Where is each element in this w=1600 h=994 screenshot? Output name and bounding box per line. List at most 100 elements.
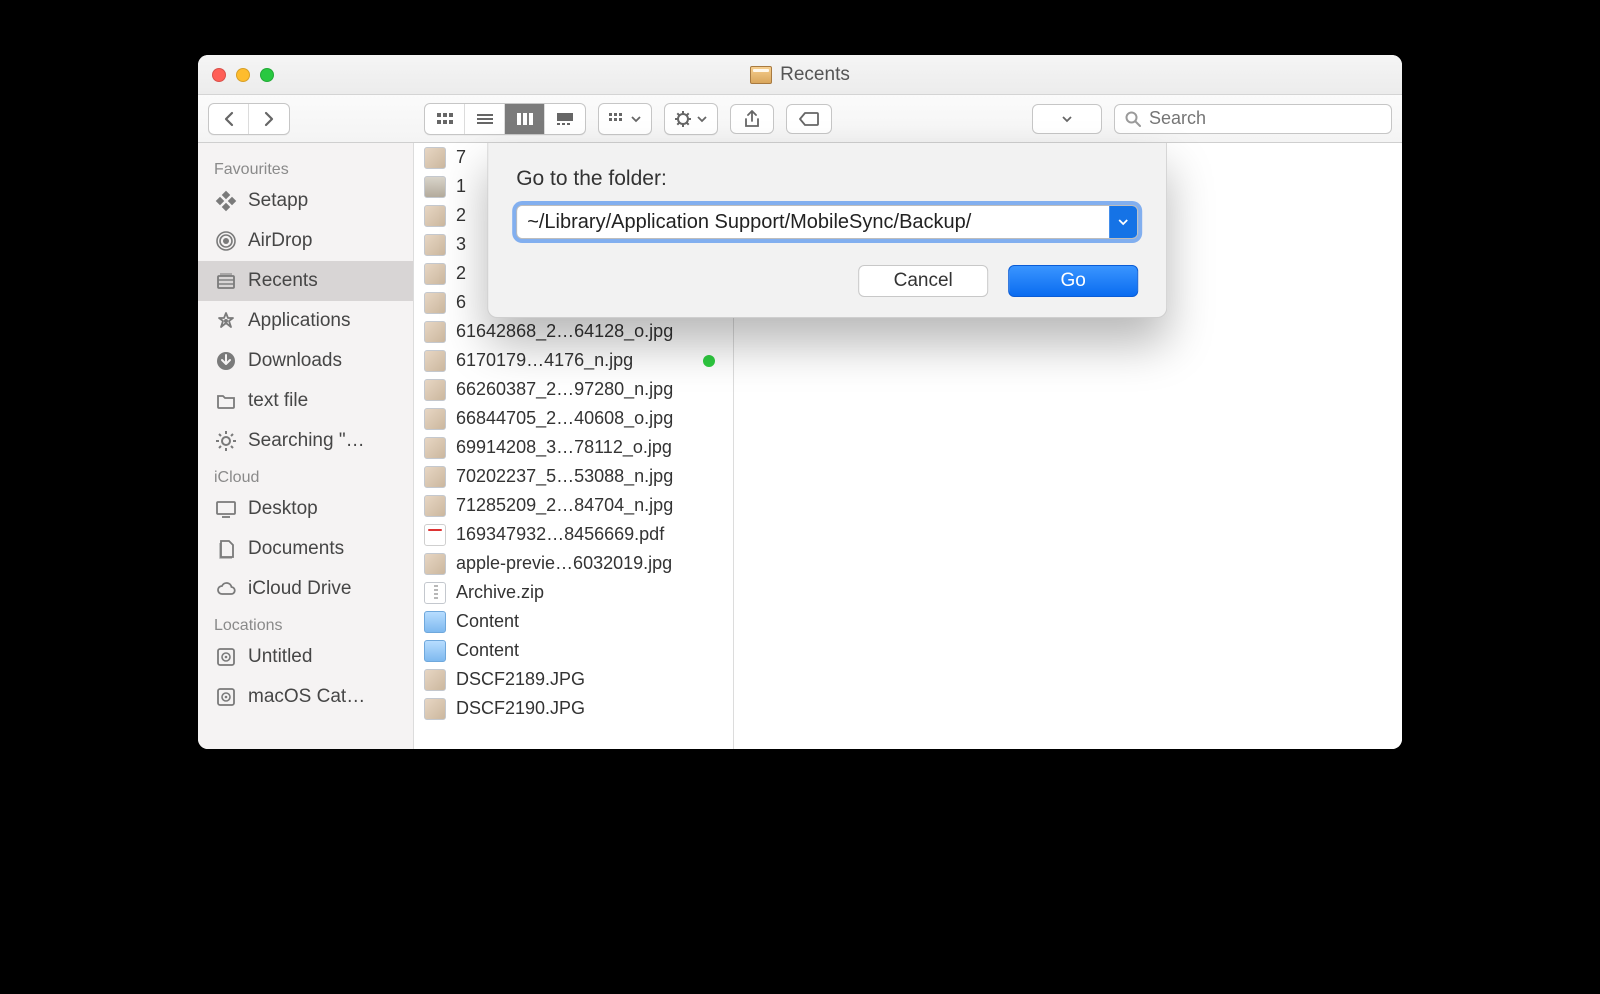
sidebar-item[interactable]: Untitled	[198, 637, 413, 677]
file-name: apple-previe…6032019.jpg	[456, 553, 723, 574]
file-name: 70202237_5…53088_n.jpg	[456, 466, 723, 487]
arrange-button[interactable]	[599, 104, 651, 134]
tags-button[interactable]	[786, 104, 832, 134]
airdrop-icon	[214, 229, 238, 253]
cancel-button[interactable]: Cancel	[858, 265, 988, 297]
action-button[interactable]	[665, 104, 717, 134]
file-thumbnail-icon	[424, 379, 446, 401]
file-name: Content	[456, 611, 723, 632]
sidebar-item[interactable]: Applications	[198, 301, 413, 341]
sidebar-item-label: macOS Cat…	[248, 686, 365, 708]
file-row[interactable]: Archive.zip	[414, 578, 733, 607]
file-row[interactable]: 169347932…8456669.pdf	[414, 520, 733, 549]
view-mode-buttons	[424, 103, 586, 135]
sidebar-item[interactable]: AirDrop	[198, 221, 413, 261]
documents-icon	[214, 537, 238, 561]
combobox-dropdown-button[interactable]	[1109, 206, 1137, 238]
sidebar-item[interactable]: Recents	[198, 261, 413, 301]
file-thumbnail-icon	[424, 176, 446, 198]
file-thumbnail-icon	[424, 437, 446, 459]
window-title: Recents	[198, 64, 1402, 86]
file-row[interactable]: apple-previe…6032019.jpg	[414, 549, 733, 578]
sidebar-item-label: Downloads	[248, 350, 342, 372]
cloud-icon	[214, 577, 238, 601]
file-thumbnail-icon	[424, 495, 446, 517]
search-field[interactable]	[1114, 104, 1392, 134]
view-icons-button[interactable]	[425, 104, 465, 134]
sidebar-item[interactable]: Downloads	[198, 341, 413, 381]
file-thumbnail-icon	[424, 321, 446, 343]
file-row[interactable]: 66260387_2…97280_n.jpg	[414, 375, 733, 404]
file-thumbnail-icon	[424, 234, 446, 256]
file-row[interactable]: DSCF2190.JPG	[414, 694, 733, 723]
file-row[interactable]: 71285209_2…84704_n.jpg	[414, 491, 733, 520]
file-row[interactable]: 70202237_5…53088_n.jpg	[414, 462, 733, 491]
minimize-window-button[interactable]	[236, 68, 250, 82]
sidebar-item[interactable]: iCloud Drive	[198, 569, 413, 609]
folder-path-combobox[interactable]	[516, 205, 1138, 239]
disk-icon	[214, 645, 238, 669]
sidebar-item[interactable]: Setapp	[198, 181, 413, 221]
window-title-text: Recents	[780, 64, 850, 86]
sidebar-item-label: Recents	[248, 270, 318, 292]
arrange-button-group	[598, 103, 652, 135]
file-name: 71285209_2…84704_n.jpg	[456, 495, 723, 516]
sidebar-item-label: Documents	[248, 538, 344, 560]
file-row[interactable]: 6170179…4176_n.jpg	[414, 346, 733, 375]
search-input[interactable]	[1149, 108, 1381, 129]
file-row[interactable]: Content	[414, 607, 733, 636]
folder-path-input[interactable]	[517, 206, 1109, 238]
file-thumbnail-icon	[424, 263, 446, 285]
nav-buttons	[208, 103, 290, 135]
sidebar-section-header: Locations	[198, 609, 413, 637]
dialog-buttons: Cancel Go	[516, 265, 1138, 297]
file-thumbnail-icon	[424, 669, 446, 691]
view-gallery-button[interactable]	[545, 104, 585, 134]
action-button-group	[664, 103, 718, 135]
file-name: 6170179…4176_n.jpg	[456, 350, 693, 371]
sidebar-item[interactable]: Searching "…	[198, 421, 413, 461]
file-thumbnail-icon	[424, 582, 446, 604]
search-icon	[1125, 111, 1141, 127]
close-window-button[interactable]	[212, 68, 226, 82]
go-button[interactable]: Go	[1008, 265, 1138, 297]
setapp-icon	[214, 189, 238, 213]
file-thumbnail-icon	[424, 466, 446, 488]
dropdown-button[interactable]	[1032, 104, 1102, 134]
file-row[interactable]: 61642868_2…64128_o.jpg	[414, 317, 733, 346]
sidebar-section-header: Favourites	[198, 153, 413, 181]
traffic-lights	[198, 68, 274, 82]
file-name: 169347932…8456669.pdf	[456, 524, 723, 545]
share-button[interactable]	[730, 104, 774, 134]
sidebar-item[interactable]: text file	[198, 381, 413, 421]
file-thumbnail-icon	[424, 698, 446, 720]
file-thumbnail-icon	[424, 205, 446, 227]
sidebar-item-label: Untitled	[248, 646, 312, 668]
folder-icon	[214, 389, 238, 413]
file-row[interactable]: DSCF2189.JPG	[414, 665, 733, 694]
go-to-folder-dialog: Go to the folder: Cancel Go	[487, 143, 1167, 318]
file-row[interactable]: 69914208_3…78112_o.jpg	[414, 433, 733, 462]
sidebar-item-label: Applications	[248, 310, 350, 332]
disk-icon	[214, 685, 238, 709]
file-thumbnail-icon	[424, 524, 446, 546]
view-list-button[interactable]	[465, 104, 505, 134]
desktop-icon	[214, 497, 238, 521]
view-columns-button[interactable]	[505, 104, 545, 134]
back-button[interactable]	[209, 104, 249, 134]
sidebar-item[interactable]: Desktop	[198, 489, 413, 529]
forward-button[interactable]	[249, 104, 289, 134]
sidebar-item-label: iCloud Drive	[248, 578, 351, 600]
file-row[interactable]: 66844705_2…40608_o.jpg	[414, 404, 733, 433]
file-row[interactable]: Content	[414, 636, 733, 665]
zoom-window-button[interactable]	[260, 68, 274, 82]
sidebar-item[interactable]: Documents	[198, 529, 413, 569]
file-name: 61642868_2…64128_o.jpg	[456, 321, 723, 342]
file-name: Archive.zip	[456, 582, 723, 603]
file-thumbnail-icon	[424, 553, 446, 575]
recents-icon	[750, 66, 772, 84]
file-thumbnail-icon	[424, 292, 446, 314]
sidebar-item[interactable]: macOS Cat…	[198, 677, 413, 717]
file-thumbnail-icon	[424, 640, 446, 662]
file-name: 66844705_2…40608_o.jpg	[456, 408, 723, 429]
